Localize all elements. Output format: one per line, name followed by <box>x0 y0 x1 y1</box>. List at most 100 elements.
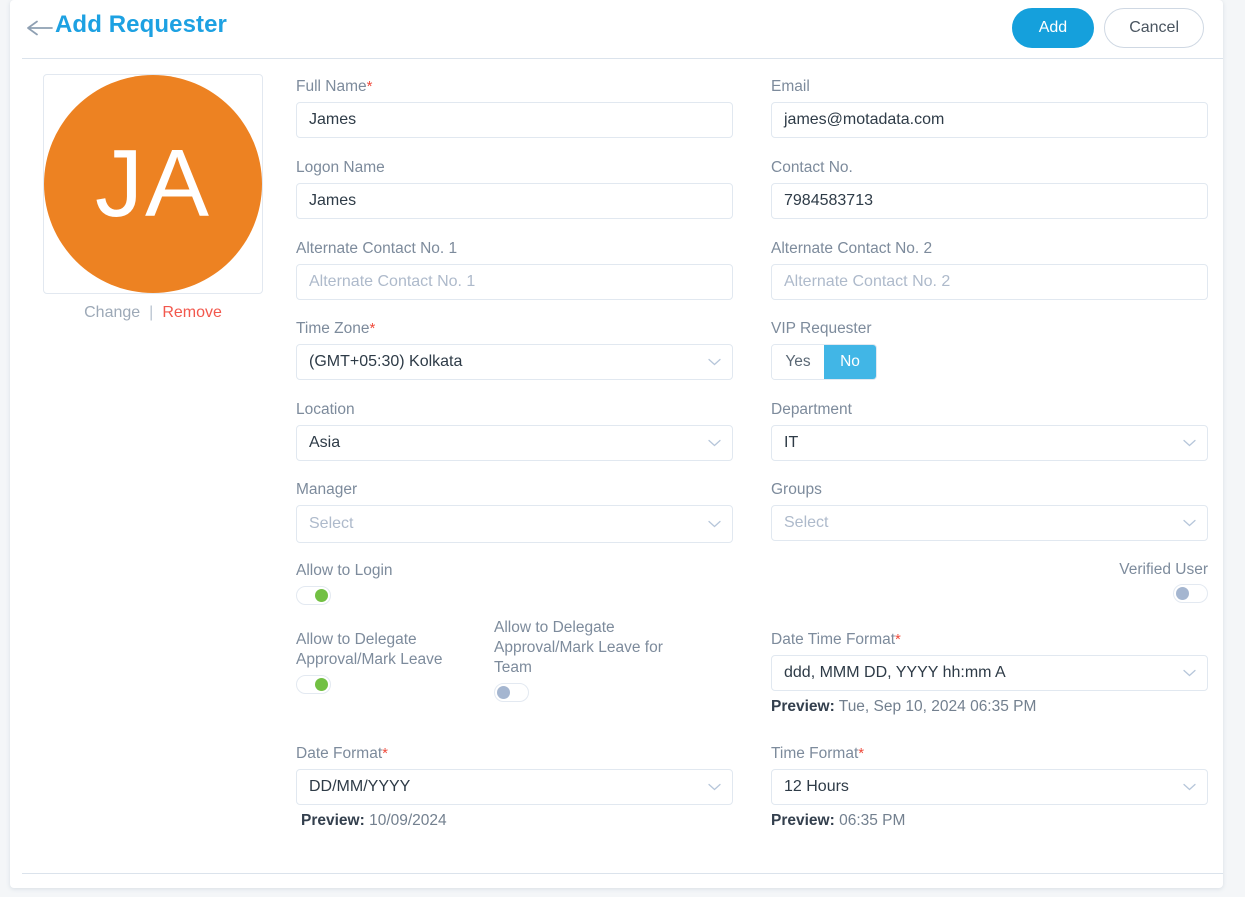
chevron-down-icon <box>708 439 721 447</box>
required-marker: * <box>366 78 373 95</box>
field-verified-user: Verified User <box>958 561 1208 603</box>
chevron-down-icon <box>708 783 721 791</box>
department-label: Department <box>771 401 852 418</box>
field-time-format: Time Format* 12 Hours Preview: 06:35 PM <box>771 744 1208 830</box>
verified-user-toggle[interactable] <box>1173 584 1208 603</box>
vip-requester-toggle-group[interactable]: Yes No <box>771 344 877 380</box>
field-full-name: Full Name* James <box>296 77 733 138</box>
required-marker: * <box>895 631 901 648</box>
footer-divider <box>22 873 1223 874</box>
time-format-label: Time Format* <box>771 745 865 762</box>
vip-requester-yes[interactable]: Yes <box>772 345 824 379</box>
date-time-format-label: Date Time Format* <box>771 631 901 648</box>
logon-name-label: Logon Name <box>296 159 385 176</box>
chevron-down-icon <box>1183 439 1196 447</box>
field-allow-to-login: Allow to Login <box>296 561 393 605</box>
chevron-down-icon <box>708 520 721 528</box>
field-vip-requester: VIP Requester Yes No <box>771 319 877 380</box>
avatar-actions: Change | Remove <box>43 304 263 322</box>
allow-delegate-label: Allow to Delegate Approval/Mark Leave <box>296 631 443 668</box>
toggle-knob <box>315 589 328 602</box>
alternate-contact-2-input[interactable]: Alternate Contact No. 2 <box>771 264 1208 300</box>
field-date-format: Date Format* DD/MM/YYYY Preview: 10/09/2… <box>296 744 733 830</box>
field-groups: Groups Select <box>771 480 1208 541</box>
field-time-zone: Time Zone* (GMT+05:30) Kolkata <box>296 319 733 380</box>
date-time-format-value: ddd, MMM DD, YYYY hh:mm A <box>784 664 1006 681</box>
field-manager: Manager Select <box>296 480 733 543</box>
allow-to-login-label: Allow to Login <box>296 562 393 579</box>
avatar-column: JA Change | Remove <box>22 58 274 358</box>
groups-label: Groups <box>771 481 822 498</box>
field-alternate-contact-2: Alternate Contact No. 2 Alternate Contac… <box>771 239 1208 300</box>
requester-form: Full Name* James Email james@motadata.co… <box>286 12 1216 829</box>
remove-avatar-link[interactable]: Remove <box>162 304 222 322</box>
required-marker: * <box>369 320 376 337</box>
preview-value: Tue, Sep 10, 2024 06:35 PM <box>838 698 1037 715</box>
chevron-down-icon <box>1183 783 1196 791</box>
chevron-down-icon <box>1183 669 1196 677</box>
preview-label: Preview: <box>771 698 835 715</box>
date-format-label: Date Format* <box>296 745 388 762</box>
field-alternate-contact-1: Alternate Contact No. 1 Alternate Contac… <box>296 239 733 300</box>
date-format-select[interactable]: DD/MM/YYYY <box>296 769 733 805</box>
full-name-label: Full Name* <box>296 78 373 95</box>
allow-delegate-team-toggle[interactable] <box>494 683 529 702</box>
contact-no-input[interactable]: 7984583713 <box>771 183 1208 219</box>
department-value: IT <box>784 434 799 451</box>
avatar-box[interactable]: JA <box>43 74 263 294</box>
time-zone-select[interactable]: (GMT+05:30) Kolkata <box>296 344 733 380</box>
preview-label: Preview: <box>301 812 365 829</box>
alternate-contact-1-label: Alternate Contact No. 1 <box>296 240 458 257</box>
date-format-preview: Preview: 10/09/2024 <box>301 812 733 830</box>
location-value: Asia <box>309 434 341 451</box>
manager-select[interactable]: Select <box>296 505 733 543</box>
location-select[interactable]: Asia <box>296 425 733 461</box>
manager-label: Manager <box>296 481 358 498</box>
add-requester-card: Add Requester Add Cancel JA Change | Rem… <box>10 0 1223 888</box>
allow-to-login-toggle[interactable] <box>296 586 331 605</box>
avatar: JA <box>44 75 262 293</box>
required-marker: * <box>858 745 865 762</box>
arrow-left-icon <box>27 20 53 36</box>
toggle-knob <box>497 686 510 699</box>
time-zone-label: Time Zone* <box>296 320 376 337</box>
avatar-action-separator: | <box>149 304 154 321</box>
back-arrow-button[interactable] <box>22 13 58 43</box>
chevron-down-icon <box>708 358 721 366</box>
app-page: Add Requester Add Cancel JA Change | Rem… <box>0 0 1245 897</box>
preview-value: 10/09/2024 <box>369 812 447 829</box>
preview-value: 06:35 PM <box>839 812 906 829</box>
date-time-format-select[interactable]: ddd, MMM DD, YYYY hh:mm A <box>771 655 1208 691</box>
date-time-format-preview: Preview: Tue, Sep 10, 2024 06:35 PM <box>771 698 1208 716</box>
preview-label: Preview: <box>771 812 835 829</box>
groups-value: Select <box>784 514 829 531</box>
toggle-knob <box>1176 587 1189 600</box>
field-allow-delegate: Allow to Delegate Approval/Mark Leave <box>296 630 486 694</box>
vip-requester-no[interactable]: No <box>824 345 876 379</box>
email-input[interactable]: james@motadata.com <box>771 102 1208 138</box>
alternate-contact-2-label: Alternate Contact No. 2 <box>771 240 933 257</box>
time-format-select[interactable]: 12 Hours <box>771 769 1208 805</box>
full-name-input[interactable]: James <box>296 102 733 138</box>
location-label: Location <box>296 401 355 418</box>
time-format-preview: Preview: 06:35 PM <box>771 812 1208 830</box>
department-select[interactable]: IT <box>771 425 1208 461</box>
allow-delegate-team-label: Allow to Delegate Approval/Mark Leave fo… <box>494 619 663 676</box>
groups-select[interactable]: Select <box>771 505 1208 541</box>
alternate-contact-1-input[interactable]: Alternate Contact No. 1 <box>296 264 733 300</box>
change-avatar-link[interactable]: Change <box>84 304 140 322</box>
manager-value: Select <box>309 515 354 532</box>
field-department: Department IT <box>771 400 1208 461</box>
field-email: Email james@motadata.com <box>771 77 1208 138</box>
field-logon-name: Logon Name James <box>296 158 733 219</box>
page-title: Add Requester <box>55 11 227 38</box>
verified-user-label: Verified User <box>1119 561 1208 578</box>
contact-no-label: Contact No. <box>771 159 853 176</box>
field-location: Location Asia <box>296 400 733 461</box>
time-format-value: 12 Hours <box>784 778 849 795</box>
field-contact-no: Contact No. 7984583713 <box>771 158 1208 219</box>
email-label: Email <box>771 78 810 95</box>
allow-delegate-toggle[interactable] <box>296 675 331 694</box>
date-format-value: DD/MM/YYYY <box>309 778 411 795</box>
logon-name-input[interactable]: James <box>296 183 733 219</box>
